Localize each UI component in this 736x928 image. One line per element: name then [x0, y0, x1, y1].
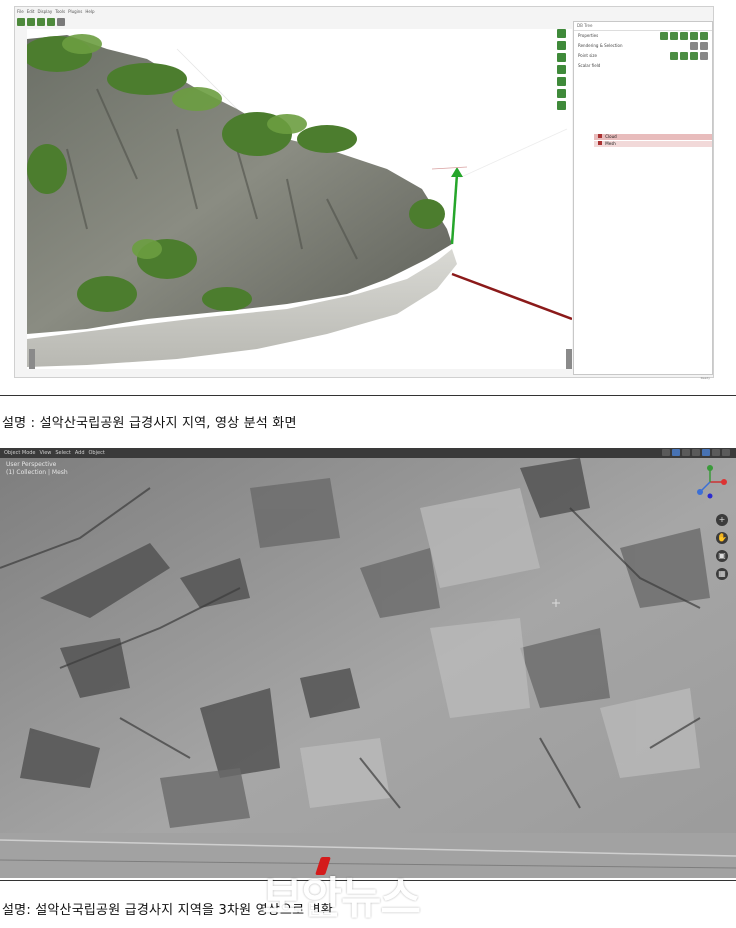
- zoom-icon[interactable]: +: [716, 514, 728, 526]
- y-axis-line: [450, 173, 459, 245]
- view-name: User Perspective: [6, 461, 57, 468]
- cloud-icon[interactable]: [47, 18, 55, 26]
- scalar-icon[interactable]: [690, 52, 698, 60]
- panel-title: DB Tree: [574, 22, 712, 31]
- mesh-render: [0, 448, 736, 878]
- view-iso-icon[interactable]: [557, 101, 566, 110]
- viewport-info: User Perspective (1) Collection | Mesh: [6, 461, 68, 477]
- panel-row-label: Scalar field: [578, 63, 601, 68]
- object-name: (1) Collection | Mesh: [6, 469, 68, 476]
- gizmo-toggle-icon[interactable]: [672, 449, 680, 456]
- color-icon[interactable]: [670, 52, 678, 60]
- normals-icon[interactable]: [680, 52, 688, 60]
- view-front-icon[interactable]: [557, 29, 566, 38]
- panel-row-rendering[interactable]: Rendering & Selection: [574, 41, 712, 51]
- 3d-mesh-app-screenshot: Object Mode View Select Add Object User …: [0, 448, 736, 878]
- lock-icon[interactable]: [700, 42, 708, 50]
- pan-hand-icon[interactable]: ✋: [716, 532, 728, 544]
- view-toolbar: [557, 29, 569, 110]
- shading-controls: [662, 449, 730, 456]
- 3d-viewport[interactable]: [27, 29, 572, 369]
- mode-dropdown[interactable]: Object Mode: [4, 450, 36, 456]
- view-left-icon[interactable]: [557, 53, 566, 62]
- view-back-icon[interactable]: [557, 65, 566, 74]
- menu-file[interactable]: File: [17, 9, 24, 14]
- cloud-layer-icon: [598, 134, 602, 138]
- mesh-layer-icon: [598, 141, 602, 145]
- segment-icon[interactable]: [670, 32, 678, 40]
- main-toolbar: [17, 17, 65, 27]
- menu-view[interactable]: View: [40, 450, 52, 456]
- view-top-icon[interactable]: [557, 41, 566, 50]
- material-shading-icon[interactable]: [712, 449, 720, 456]
- view-right-icon[interactable]: [557, 77, 566, 86]
- menu-add[interactable]: Add: [75, 450, 85, 456]
- open-icon[interactable]: [17, 18, 25, 26]
- filter-icon[interactable]: [690, 32, 698, 40]
- save-icon[interactable]: [27, 18, 35, 26]
- panel-row-point-size[interactable]: Point size: [574, 51, 712, 61]
- layer-item-mesh[interactable]: Mesh: [594, 141, 712, 147]
- view-bottom-icon[interactable]: [557, 89, 566, 98]
- navigation-tools: + ✋ ▣ ▦: [716, 514, 728, 580]
- panel-row-properties[interactable]: Properties: [574, 31, 712, 41]
- menu-help[interactable]: Help: [85, 9, 94, 14]
- menu-bar: File Edit Display Tools Plugins Help: [15, 7, 713, 16]
- viewport-header: Object Mode View Select Add Object: [0, 448, 736, 458]
- layer-label: Mesh: [605, 141, 616, 146]
- settings-icon[interactable]: [57, 18, 65, 26]
- status-text: Ready: [700, 376, 710, 380]
- solid-shading-icon[interactable]: [702, 449, 710, 456]
- menu-edit[interactable]: Edit: [27, 9, 35, 14]
- point-cloud-app-screenshot: File Edit Display Tools Plugins Help DB …: [14, 6, 714, 380]
- reset-icon[interactable]: [690, 42, 698, 50]
- panel-row-label: Point size: [578, 53, 597, 58]
- xray-icon[interactable]: [692, 449, 700, 456]
- caption-1: 설명 : 설악산국립공원 급경사지 지역, 영상 분석 화면: [2, 416, 297, 431]
- panel-row-label: Rendering & Selection: [578, 43, 623, 48]
- menu-plugins[interactable]: Plugins: [68, 9, 82, 14]
- db-tree-panel: DB Tree Properties Rendering & Selection…: [573, 21, 713, 380]
- rendered-shading-icon[interactable]: [722, 449, 730, 456]
- caption-divider-top: [0, 395, 736, 396]
- panel-row-label: Properties: [578, 33, 599, 38]
- point-cloud-render: [27, 34, 572, 367]
- pick-icon[interactable]: [660, 32, 668, 40]
- left-scale-bar: [29, 349, 35, 369]
- menu-select[interactable]: Select: [55, 450, 70, 456]
- measure-icon[interactable]: [680, 32, 688, 40]
- panel-row-scalar-field[interactable]: Scalar field: [574, 61, 712, 71]
- layer-label: Cloud: [605, 134, 617, 139]
- menu-display[interactable]: Display: [37, 9, 52, 14]
- export-icon[interactable]: [700, 32, 708, 40]
- menu-object[interactable]: Object: [89, 450, 105, 456]
- right-scale-bar: [566, 349, 572, 369]
- grid-icon[interactable]: ▦: [716, 568, 728, 580]
- overlay-icon[interactable]: [682, 449, 690, 456]
- navigation-gizmo-icon[interactable]: [690, 462, 730, 502]
- watermark-logo: 보안뉴스: [262, 873, 421, 924]
- shader-icon[interactable]: [700, 52, 708, 60]
- layer-item-cloud[interactable]: Cloud: [594, 134, 712, 140]
- visibility-icon[interactable]: [662, 449, 670, 456]
- x-axis-line: [451, 272, 572, 321]
- camera-icon[interactable]: ▣: [716, 550, 728, 562]
- menu-tools[interactable]: Tools: [55, 9, 65, 14]
- layers-icon[interactable]: [37, 18, 45, 26]
